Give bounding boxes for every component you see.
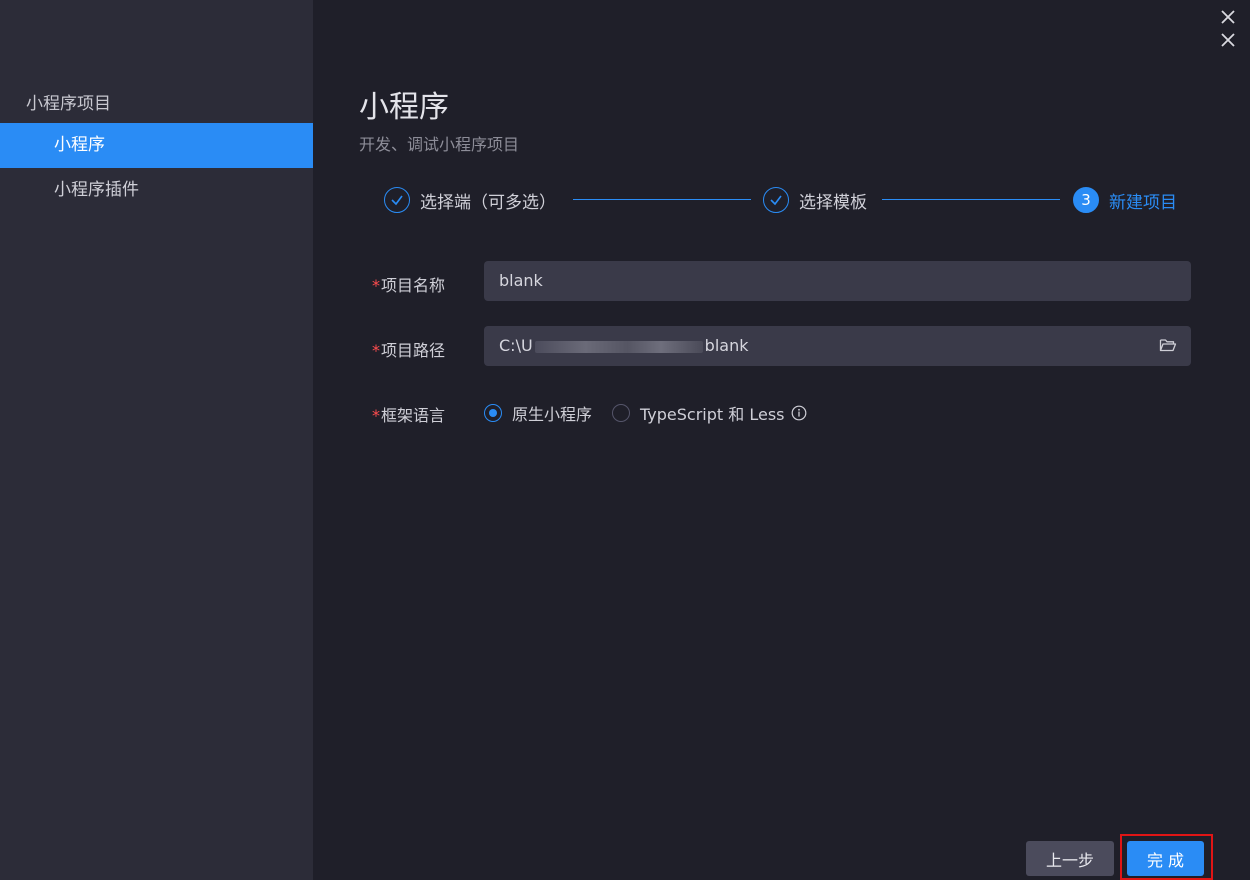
close-icon[interactable] [1220, 9, 1236, 25]
step-new-project: 3 新建项目 [1073, 186, 1177, 214]
radio-typescript-less[interactable] [612, 404, 631, 422]
step-connector [573, 199, 751, 200]
framework-language-label: *框架语言 [372, 402, 445, 426]
radio-typescript-less-label[interactable]: TypeScript 和 Less [640, 401, 784, 425]
step-label: 选择模板 [799, 192, 867, 213]
close-icon[interactable] [1220, 32, 1236, 48]
path-suffix: blank [704, 336, 749, 355]
prev-step-button[interactable]: 上一步 [1026, 841, 1114, 876]
label-text: 框架语言 [381, 406, 446, 425]
check-icon [384, 187, 410, 213]
sidebar-item-miniprogram[interactable]: 小程序 [0, 123, 313, 168]
highlight-box [1120, 834, 1213, 880]
page-subtitle: 开发、调试小程序项目 [359, 135, 520, 154]
step-select-platform: 选择端（可多选） [384, 186, 556, 214]
input-value: blank [499, 271, 543, 290]
folder-open-icon[interactable] [1159, 337, 1177, 353]
sidebar-item-plugin[interactable]: 小程序插件 [0, 168, 313, 213]
info-icon[interactable] [791, 405, 807, 421]
project-name-input[interactable]: blank [484, 261, 1191, 301]
step-number: 3 [1073, 187, 1099, 213]
radio-native[interactable] [484, 404, 502, 422]
required-mark: * [372, 341, 380, 360]
step-select-template: 选择模板 [763, 186, 867, 214]
redacted-path [534, 340, 703, 353]
step-label: 选择端（可多选） [420, 192, 556, 213]
path-prefix: C:\U [499, 336, 533, 355]
label-text: 项目名称 [381, 276, 446, 295]
label-text: 项目路径 [381, 341, 446, 360]
check-icon [763, 187, 789, 213]
project-path-input[interactable]: C:\U blank [484, 326, 1191, 366]
page-title: 小程序 [359, 90, 449, 125]
project-path-label: *项目路径 [372, 337, 445, 361]
step-connector [882, 199, 1060, 200]
sidebar-group-label: 小程序项目 [26, 94, 111, 114]
required-mark: * [372, 276, 380, 295]
project-name-label: *项目名称 [372, 272, 445, 296]
required-mark: * [372, 406, 380, 425]
language-radio-group: 原生小程序 TypeScript 和 Less [484, 401, 807, 425]
sidebar: 小程序项目 小程序 小程序插件 [0, 0, 313, 880]
step-label: 新建项目 [1109, 192, 1177, 213]
radio-native-label[interactable]: 原生小程序 [512, 401, 592, 425]
